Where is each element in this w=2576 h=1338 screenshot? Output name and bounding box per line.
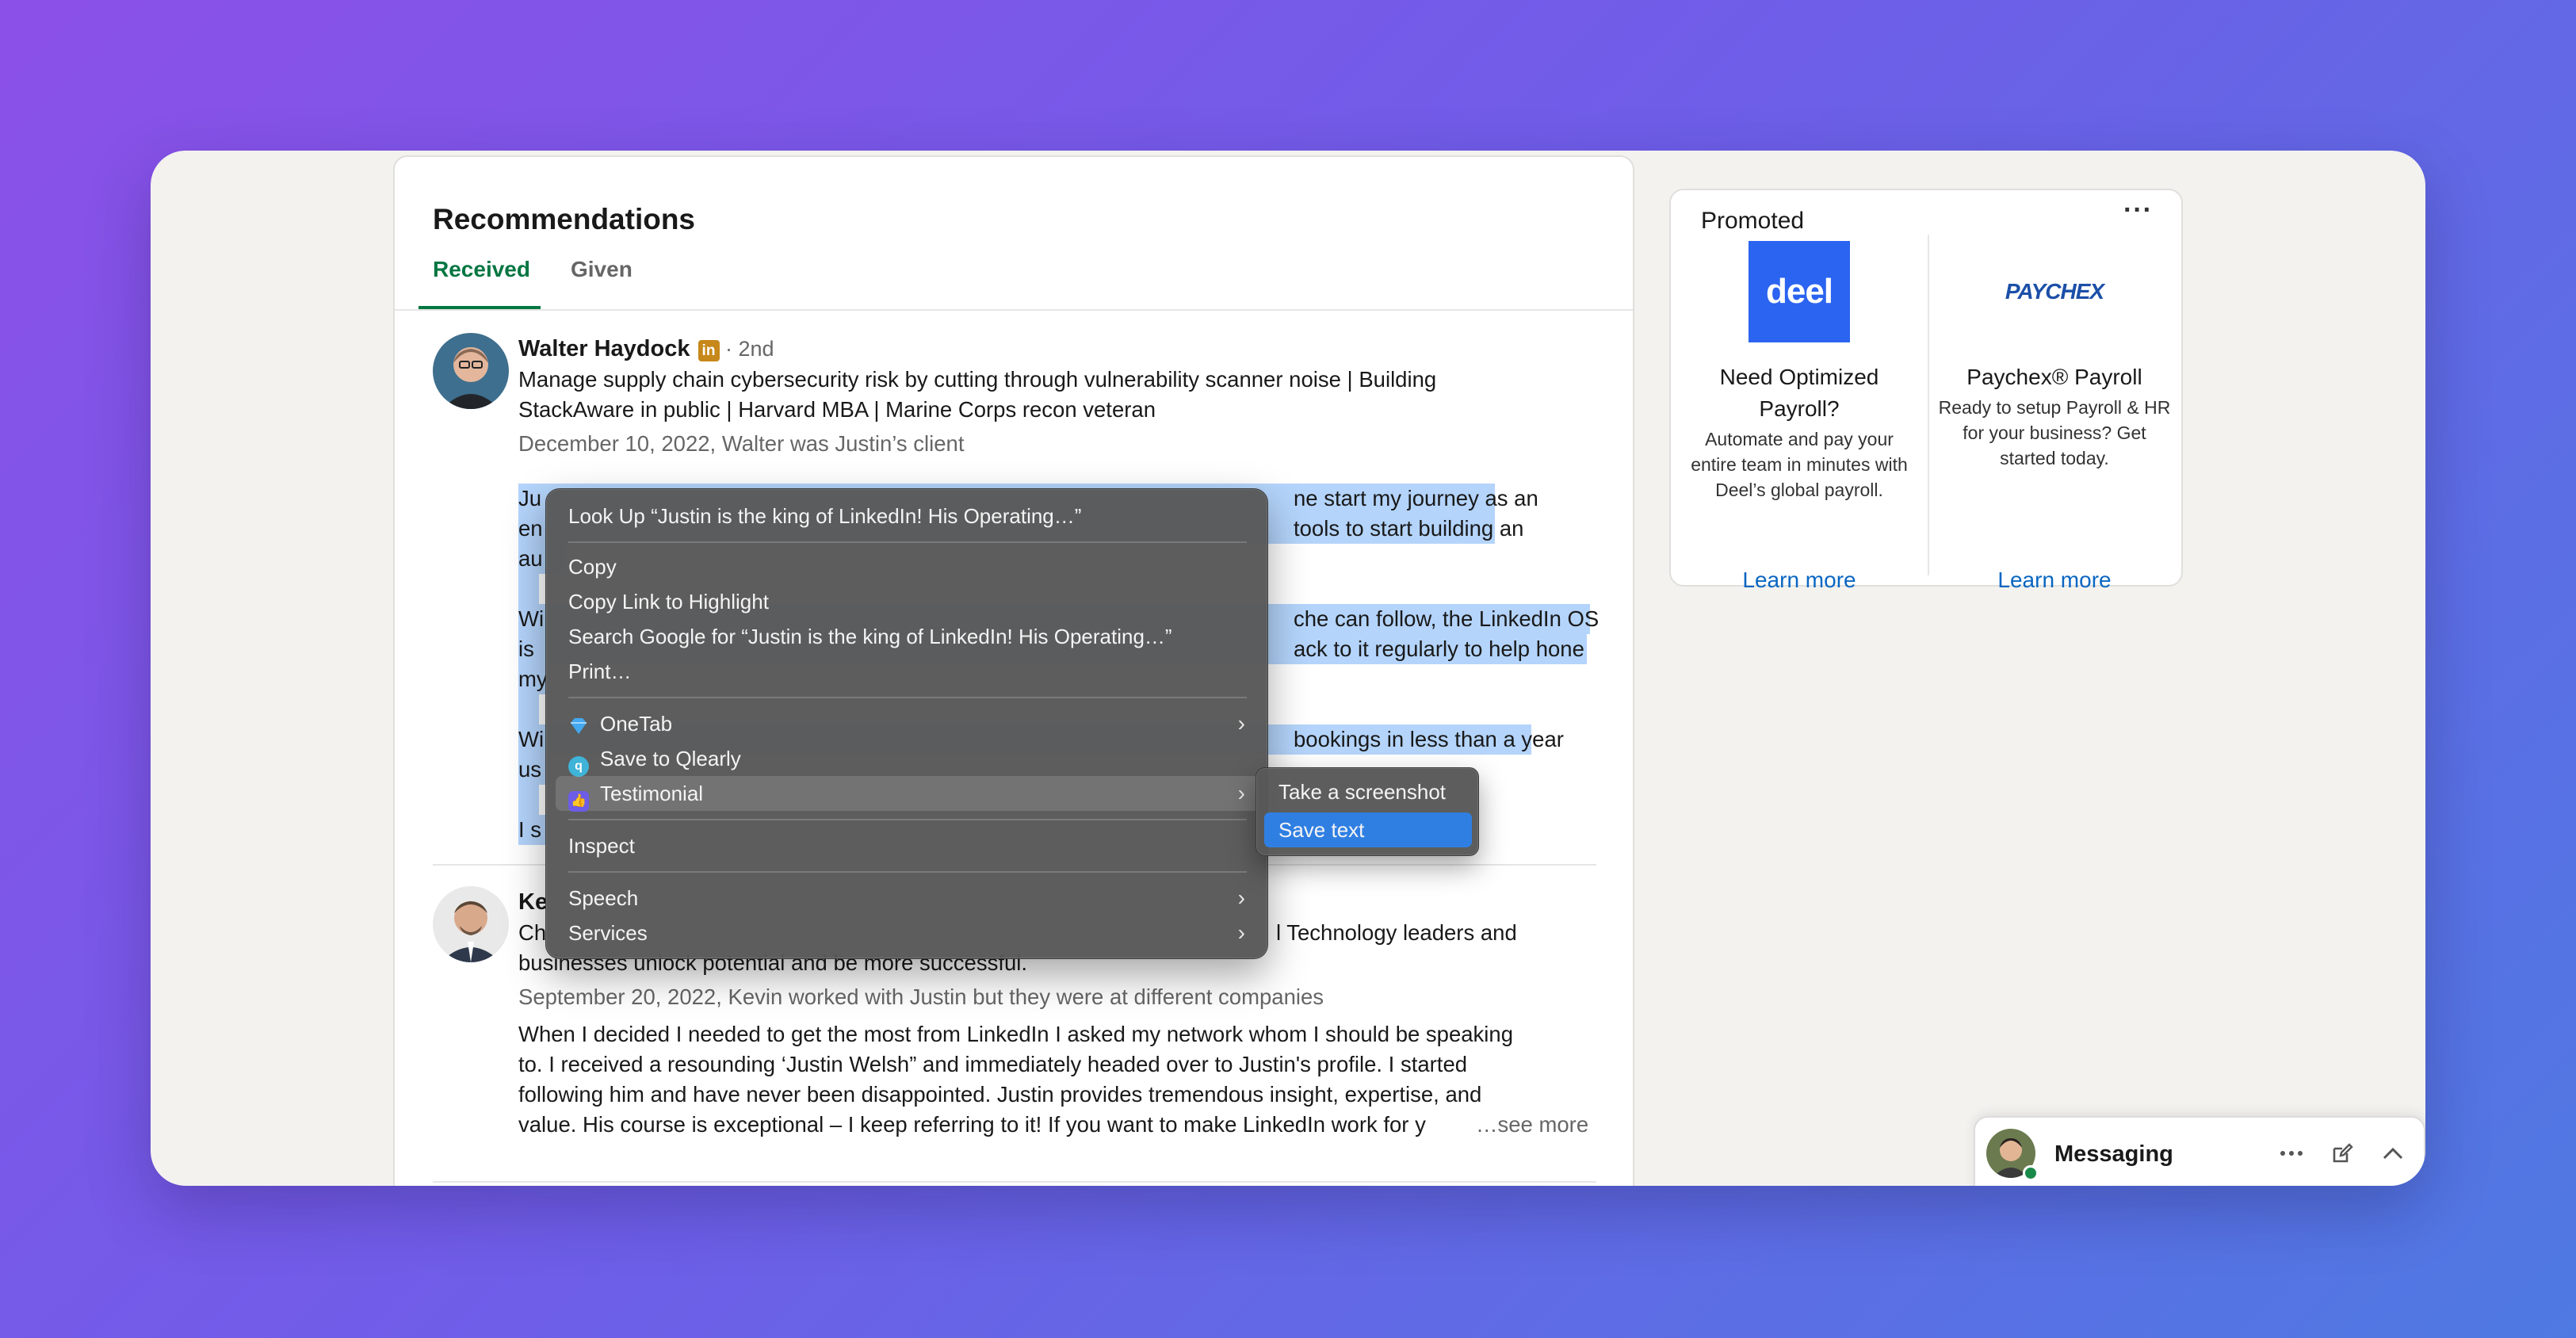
learn-more-link[interactable]: Learn more	[1680, 568, 1918, 593]
menu-item-look-up[interactable]: Look Up “Justin is the king of LinkedIn!…	[568, 500, 1081, 532]
menu-item-take-screenshot[interactable]: Take a screenshot	[1278, 776, 1446, 808]
recommendation-meta: September 20, 2022, Kevin worked with Ju…	[518, 984, 1324, 1009]
chevron-right-icon: ›	[1237, 781, 1245, 805]
messaging-title[interactable]: Messaging	[2054, 1141, 2173, 1168]
recommendation-text: che can follow, the LinkedIn OS	[1294, 606, 1599, 631]
recommendation-text: Wi	[518, 727, 545, 751]
menu-item-inspect[interactable]: Inspect	[568, 830, 635, 862]
divider	[433, 1181, 1596, 1183]
ad-description: Automate and pay your entire team in min…	[1691, 429, 1908, 500]
menu-item-testimonial[interactable]: 👍 Testimonial	[568, 778, 704, 812]
compose-icon[interactable]	[2327, 1138, 2357, 1168]
ad-paychex[interactable]: PAYCHEX Paychex® Payroll Ready to setup …	[1936, 241, 2173, 592]
menu-item-label: OneTab	[600, 712, 673, 736]
menu-item-save-text[interactable]: Save text	[1278, 814, 1364, 846]
menu-item-onetab[interactable]: OneTab	[568, 708, 672, 740]
context-menu: Look Up “Justin is the king of LinkedIn!…	[545, 488, 1268, 959]
recommender-name[interactable]: Ke	[518, 889, 548, 916]
recommendation-meta: December 10, 2022, Walter was Justin’s c…	[518, 431, 965, 456]
recommendation-text: au	[518, 546, 543, 571]
section-title: Recommendations	[433, 203, 696, 235]
tab-divider	[395, 309, 1633, 311]
connection-degree: · 2nd	[719, 337, 774, 361]
menu-item-save-to-qlearly[interactable]: q Save to Qlearly	[568, 743, 741, 777]
ad-divider	[1928, 235, 1929, 575]
recommendation-text: us	[518, 757, 542, 782]
recommendation-text: is	[518, 637, 534, 661]
headline-line: Manage supply chain cybersecurity risk b…	[518, 367, 1437, 392]
chevron-up-icon[interactable]	[2378, 1138, 2408, 1168]
recommendation-text: to. I received a resounding ‘Justin Wels…	[518, 1052, 1468, 1076]
online-status-indicator	[2023, 1165, 2039, 1181]
avatar[interactable]	[433, 333, 509, 409]
ellipsis-icon[interactable]	[2276, 1138, 2307, 1168]
recommendation-text: following him and have never been disapp…	[518, 1082, 1482, 1107]
promoted-panel: Promoted ··· deel Need Optimized Payroll…	[1669, 189, 2183, 592]
menu-separator	[568, 871, 1247, 873]
text-selection	[518, 785, 539, 815]
text-selection	[518, 574, 539, 604]
tab-received[interactable]: Received	[433, 257, 530, 282]
chevron-right-icon: ›	[1237, 711, 1245, 736]
headline-line: StackAware in public | Harvard MBA | Mar…	[518, 397, 1156, 422]
recommendation-text: I s	[518, 817, 542, 842]
messaging-bar[interactable]: Messaging	[1974, 1116, 2425, 1186]
menu-item-search-google[interactable]: Search Google for “Justin is the king of…	[568, 621, 1172, 652]
avatar[interactable]	[433, 886, 509, 962]
menu-separator	[568, 541, 1247, 543]
recommendation-text: Ju	[518, 486, 542, 510]
paychex-logo[interactable]: PAYCHEX	[2004, 241, 2105, 342]
menu-item-label: Save to Qlearly	[600, 747, 741, 770]
recommender-name-text[interactable]: Walter Haydock	[518, 336, 690, 361]
menu-item-label: Testimonial	[600, 782, 704, 805]
ellipsis-icon[interactable]: ···	[2123, 195, 2153, 226]
headline-line: l Technology leaders and	[1276, 920, 1517, 945]
recommendation-text: my	[518, 667, 548, 691]
recommendation-text: bookings in less than a year	[1294, 727, 1564, 751]
chevron-right-icon: ›	[1237, 920, 1245, 945]
headline-line: Ch	[518, 920, 547, 945]
menu-separator	[568, 819, 1247, 820]
text-selection	[518, 694, 539, 724]
tab-given[interactable]: Given	[571, 257, 633, 282]
promoted-label: Promoted	[1701, 208, 1805, 234]
recommendation-text: ne start my journey as an	[1294, 486, 1538, 510]
deel-logo[interactable]: deel	[1749, 241, 1850, 342]
menu-item-copy[interactable]: Copy	[568, 551, 617, 583]
recommendation-text: tools to start building an	[1294, 516, 1524, 541]
menu-item-services[interactable]: Services	[568, 917, 648, 949]
learn-more-link[interactable]: Learn more	[1936, 568, 2173, 593]
diamond-icon	[568, 717, 589, 738]
testimonial-submenu: Take a screenshot Save text	[1256, 767, 1479, 856]
recommendation-text: Wi	[518, 606, 545, 631]
ad-deel[interactable]: deel Need Optimized Payroll? Automate an…	[1680, 241, 1918, 592]
see-more-link[interactable]: …see more	[1466, 1110, 1589, 1140]
recommendation-text: value. His course is exceptional – I kee…	[518, 1110, 1596, 1140]
ad-title[interactable]: Paychex® Payroll	[1936, 361, 2173, 393]
ad-description: Ready to setup Payroll & HR for your bus…	[1938, 397, 2171, 468]
recommender-name[interactable]: Walter Haydock in · 2nd	[518, 336, 774, 362]
menu-item-speech[interactable]: Speech	[568, 882, 638, 914]
linkedin-badge-icon: in	[698, 340, 720, 361]
recommendation-text: ack to it regularly to help hone	[1294, 637, 1584, 661]
recommendation-text-line: value. His course is exceptional – I kee…	[518, 1112, 1426, 1137]
qlearly-icon: q	[568, 756, 589, 777]
menu-item-copy-link[interactable]: Copy Link to Highlight	[568, 586, 769, 617]
thumbs-up-icon: 👍	[568, 791, 589, 812]
browser-window: Recommendations Received Given Walter Ha…	[151, 151, 2425, 1186]
menu-separator	[568, 697, 1247, 698]
recommendation-text: en	[518, 516, 543, 541]
recommendation-text: When I decided I needed to get the most …	[518, 1022, 1514, 1046]
ad-title[interactable]: Need Optimized Payroll?	[1680, 361, 1918, 425]
chevron-right-icon: ›	[1237, 885, 1245, 910]
menu-item-print[interactable]: Print…	[568, 656, 631, 687]
